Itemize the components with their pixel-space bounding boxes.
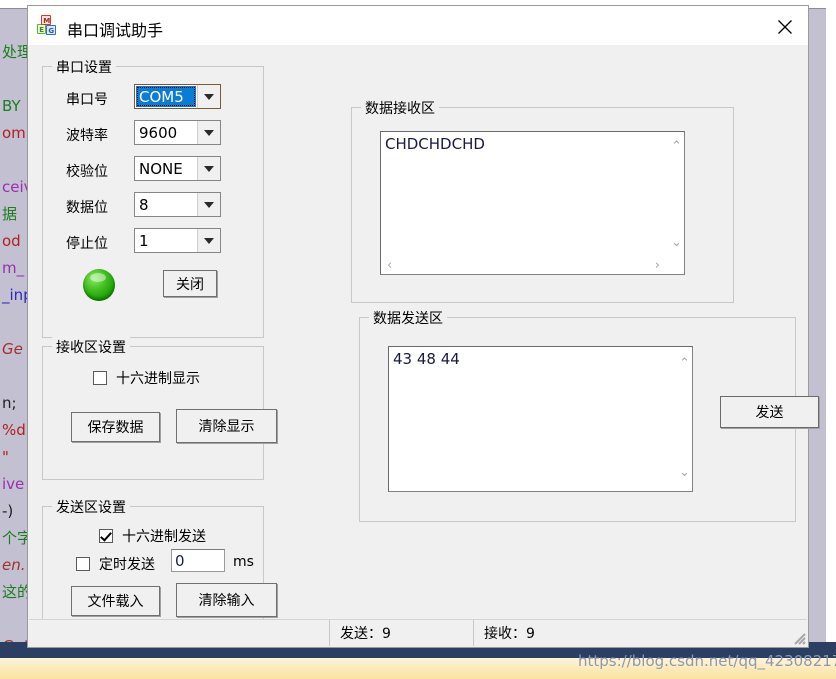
receive-settings-group: 接收区设置 十六进制显示 保存数据 清除显示	[42, 337, 277, 480]
send-settings-group: 发送区设置 十六进制发送 定时发送 0 ms 文件载入 清除输入	[42, 497, 277, 626]
watermark-text: https://blog.csdn.net/qq_42308217	[578, 652, 836, 670]
connection-status-led	[83, 269, 115, 301]
scroll-down-icon[interactable]: ⌄	[679, 466, 690, 479]
receive-vertical-scrollbar[interactable]: ⌃ ⌄	[666, 132, 684, 259]
resize-grip[interactable]	[792, 631, 806, 645]
checkbox-box[interactable]	[76, 557, 90, 571]
label-baud: 波特率	[66, 128, 108, 144]
databits-combobox[interactable]: 8	[134, 192, 221, 217]
parity-combobox[interactable]: NONE	[134, 156, 221, 181]
send-settings-legend: 发送区设置	[52, 497, 130, 517]
receive-text: CHDCHDCHD	[385, 135, 485, 153]
receive-area-legend: 数据接收区	[361, 98, 439, 118]
title-bar[interactable]: E G M 串口调试助手	[28, 6, 808, 45]
baudrate-combobox-value: 9600	[139, 123, 178, 142]
app-icon: E G M	[35, 13, 59, 37]
svg-text:E: E	[39, 26, 44, 34]
chevron-down-icon[interactable]	[197, 85, 220, 108]
receive-horizontal-scrollbar[interactable]: ‹ ›	[381, 257, 684, 274]
receive-area-group: 数据接收区 CHDCHDCHD ⌃ ⌄ ‹ ›	[351, 98, 734, 303]
stopbits-combobox-value: 1	[139, 231, 149, 250]
label-stopbits: 停止位	[66, 236, 108, 252]
parity-combobox-value: NONE	[139, 159, 183, 178]
hex-send-label: 十六进制发送	[122, 529, 206, 545]
hex-display-label: 十六进制显示	[116, 371, 200, 387]
hex-send-checkbox[interactable]: 十六进制发送	[99, 526, 206, 546]
label-parity: 校验位	[66, 164, 108, 180]
close-icon[interactable]	[762, 6, 808, 44]
chevron-down-icon[interactable]	[197, 229, 220, 252]
close-port-button[interactable]: 关闭	[163, 270, 217, 297]
stopbits-combobox[interactable]: 1	[134, 228, 221, 253]
label-port: 串口号	[66, 92, 108, 108]
send-text: 43 48 44	[393, 350, 460, 368]
dialog-client-area: 串口设置 串口号 COM5 波特率 9600 校验位 NONE 数据位 8 停止…	[28, 45, 819, 647]
save-data-button[interactable]: 保存数据	[71, 412, 160, 442]
port-combobox-value: COM5	[136, 86, 196, 107]
receive-textarea[interactable]: CHDCHDCHD ⌃ ⌄ ‹ ›	[380, 131, 685, 275]
status-received-count: 接收：9	[484, 626, 535, 642]
send-area-legend: 数据发送区	[369, 308, 447, 328]
status-sent-count: 发送：9	[330, 620, 474, 646]
hex-display-checkbox[interactable]: 十六进制显示	[93, 368, 200, 388]
scroll-up-icon[interactable]: ⌃	[671, 140, 682, 153]
checkbox-box[interactable]	[93, 371, 107, 385]
clear-display-button[interactable]: 清除显示	[176, 409, 277, 443]
port-combobox[interactable]: COM5	[134, 84, 221, 109]
checkbox-box[interactable]	[99, 529, 113, 543]
scroll-left-icon[interactable]: ‹	[387, 259, 392, 272]
timed-send-unit-label: ms	[233, 554, 254, 570]
databits-combobox-value: 8	[139, 195, 149, 214]
label-databits: 数据位	[66, 200, 108, 216]
chevron-down-icon[interactable]	[197, 157, 220, 180]
send-area-group: 数据发送区 43 48 44 ⌃ ⌄ 发送	[359, 308, 819, 522]
send-vertical-scrollbar[interactable]: ⌃ ⌄	[674, 347, 692, 491]
baudrate-combobox[interactable]: 9600	[134, 120, 221, 145]
timed-send-interval-input[interactable]: 0	[171, 549, 225, 572]
scroll-right-icon[interactable]: ›	[655, 259, 660, 272]
receive-settings-legend: 接收区设置	[52, 337, 130, 357]
scroll-down-icon[interactable]: ⌄	[671, 236, 682, 249]
serial-settings-group: 串口设置 串口号 COM5 波特率 9600 校验位 NONE 数据位 8 停止…	[42, 57, 264, 338]
chevron-down-icon[interactable]	[197, 193, 220, 216]
send-textarea[interactable]: 43 48 44 ⌃ ⌄	[388, 346, 693, 492]
status-bar: 发送：9 接收：9	[29, 619, 807, 646]
svg-text:G: G	[48, 27, 54, 35]
timed-send-checkbox[interactable]: 定时发送	[76, 554, 155, 574]
clear-input-button[interactable]: 清除输入	[176, 583, 277, 617]
window-title: 串口调试助手	[67, 21, 164, 40]
send-button[interactable]: 发送	[720, 396, 819, 428]
timed-send-label: 定时发送	[99, 557, 155, 573]
serial-settings-legend: 串口设置	[52, 57, 116, 77]
scroll-up-icon[interactable]: ⌃	[679, 357, 690, 370]
svg-text:M: M	[43, 17, 50, 25]
status-spacer	[29, 620, 330, 646]
serial-debug-dialog: E G M 串口调试助手 串口设置 串口号 COM5 波特率 9600 校验位 …	[27, 5, 819, 648]
chevron-down-icon[interactable]	[197, 121, 220, 144]
load-file-button[interactable]: 文件载入	[71, 586, 160, 616]
